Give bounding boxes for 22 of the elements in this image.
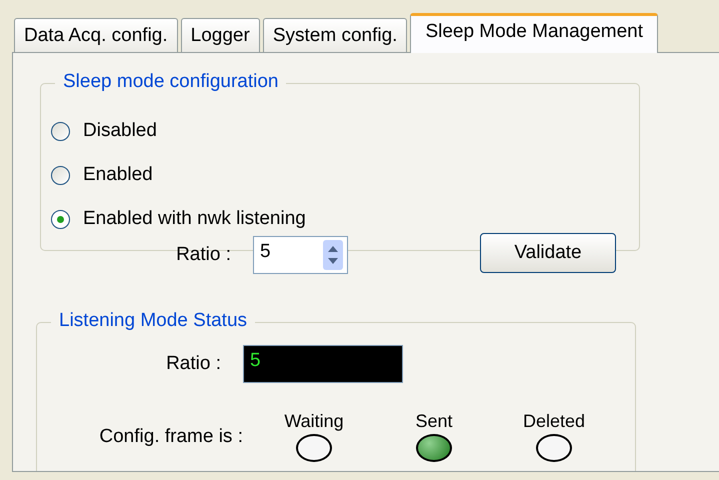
ratio-label: Ratio : (175, 244, 232, 266)
radio-button[interactable] (51, 122, 70, 140)
ratio-display: 5 (243, 345, 403, 383)
ratio-label: Ratio : (165, 353, 222, 375)
ratio-spinner[interactable]: 5 (253, 236, 348, 274)
indicator-label: Deleted (522, 411, 586, 432)
group-title: Sleep mode configuration (55, 71, 286, 93)
tab[interactable]: System config. (262, 18, 408, 52)
group-title: Listening Mode Status (51, 310, 256, 332)
spinner-arrows-icon[interactable] (323, 240, 343, 270)
frame-status-label: Config. frame is : (98, 426, 243, 449)
radio-label: Enabled with nwk listening (83, 208, 306, 230)
indicator-label: Waiting (284, 411, 344, 432)
radio-label: Enabled (83, 164, 153, 186)
radio-button[interactable] (51, 210, 70, 228)
radio-label: Disabled (83, 120, 157, 142)
tab[interactable]: Sleep Mode Management (410, 13, 658, 53)
radio-button[interactable] (51, 166, 70, 184)
validate-button[interactable]: Validate (480, 233, 616, 273)
indicator-label: Sent (415, 411, 453, 432)
tab[interactable]: Data Acq. config. (14, 18, 178, 52)
tab[interactable]: Logger (180, 18, 260, 52)
